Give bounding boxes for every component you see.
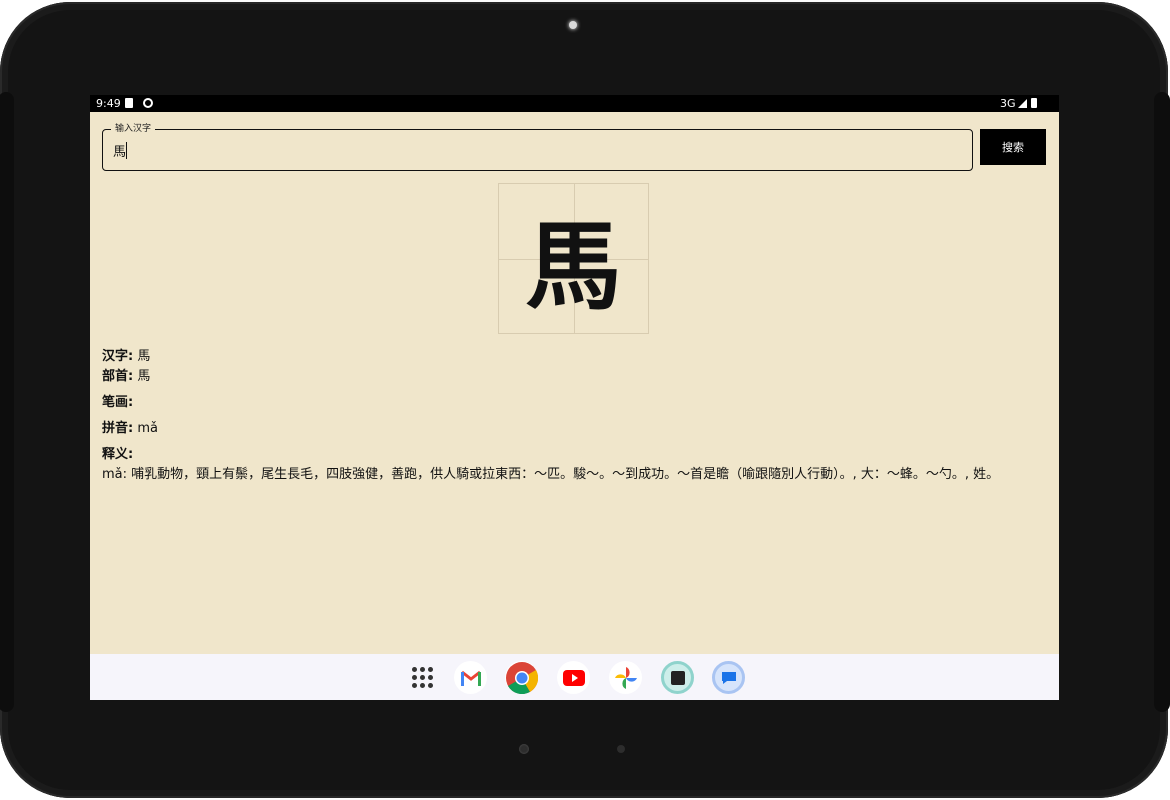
- pinyin-label: 拼音:: [102, 421, 134, 436]
- radical-row: 部首: 馬: [102, 368, 150, 386]
- hanzi-value: 馬: [133, 349, 151, 364]
- battery-icon: [1031, 98, 1037, 108]
- camera-app-icon[interactable]: [661, 661, 694, 694]
- radical-label: 部首:: [102, 369, 134, 384]
- definition-label: 释义:: [102, 447, 134, 462]
- screen: 9:49 3G 输入汉字 搜索 馬 汉字: 馬 部首: 馬 笔画: 拼: [90, 95, 1059, 700]
- hanzi-label: 汉字:: [102, 349, 134, 364]
- hanzi-input-field[interactable]: 输入汉字: [102, 122, 973, 171]
- gmail-icon[interactable]: [454, 661, 487, 694]
- sync-icon: [143, 98, 153, 108]
- app-dock: [90, 654, 1059, 700]
- search-button[interactable]: 搜索: [980, 129, 1046, 165]
- character-display: 馬: [525, 210, 622, 323]
- status-time: 9:49: [96, 97, 121, 110]
- chrome-icon[interactable]: [505, 661, 538, 694]
- network-type: 3G: [1000, 97, 1016, 110]
- definition-row: 释义:: [102, 446, 133, 464]
- definition-text: mǎ: 哺乳動物，頸上有鬃，尾生長毛，四肢強健，善跑，供人騎或拉東西：～匹。駿～…: [102, 467, 1000, 482]
- apps-grid-icon[interactable]: [412, 667, 434, 689]
- radical-value: 馬: [133, 369, 151, 384]
- photos-icon[interactable]: [609, 661, 642, 694]
- strokes-label: 笔画:: [102, 395, 134, 410]
- sensor-icon: [519, 744, 529, 754]
- character-grid: 馬: [498, 183, 649, 334]
- side-speaker-right: [1154, 92, 1170, 712]
- messages-icon[interactable]: [712, 661, 745, 694]
- signal-icon: [1018, 99, 1027, 108]
- pinyin-value: mǎ: [133, 421, 158, 436]
- side-speaker-left: [0, 92, 14, 712]
- front-camera-icon: [569, 21, 577, 29]
- tablet-frame: 9:49 3G 输入汉字 搜索 馬 汉字: 馬 部首: 馬 笔画: 拼: [0, 2, 1170, 798]
- status-bar: 9:49 3G: [90, 95, 1059, 112]
- sensor-dot-icon: [617, 745, 625, 753]
- hanzi-row: 汉字: 馬: [102, 348, 150, 366]
- youtube-icon[interactable]: [557, 661, 590, 694]
- hanzi-input[interactable]: [113, 140, 953, 160]
- hanzi-input-label: 输入汉字: [111, 122, 156, 136]
- text-cursor: [126, 142, 127, 159]
- sd-card-icon: [125, 98, 133, 108]
- pinyin-row: 拼音: mǎ: [102, 420, 158, 438]
- strokes-row: 笔画:: [102, 394, 133, 412]
